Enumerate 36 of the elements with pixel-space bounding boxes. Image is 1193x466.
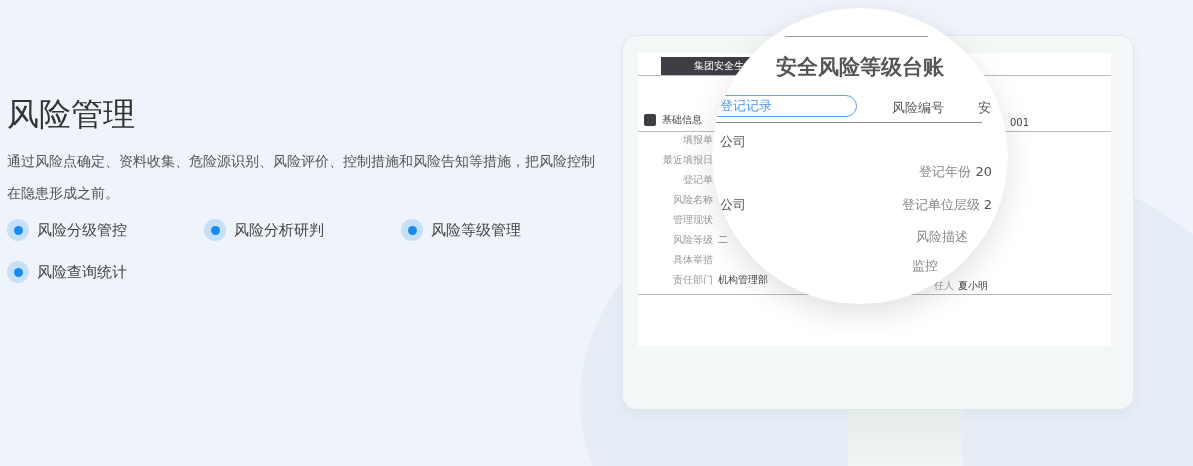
field-value: 夏小明 xyxy=(958,279,988,293)
field-value: 机构管理部 xyxy=(718,273,768,286)
field-value: 公司 xyxy=(720,196,746,214)
feature-label: 风险等级管理 xyxy=(431,220,521,240)
field-label: 登记单 xyxy=(682,173,713,186)
field-label: 登记年份 xyxy=(919,163,972,181)
feature-label: 风险分析研判 xyxy=(234,220,324,240)
section-label: 基础信息 xyxy=(662,113,702,127)
field-value: 2 xyxy=(983,196,992,214)
field-label: 风险名称 xyxy=(672,193,713,206)
field-label: 登记单位层级 xyxy=(901,196,980,214)
field-label: 管理现状 xyxy=(672,213,713,226)
field-label: 责任部门 xyxy=(672,273,713,286)
field-label: 填报单 xyxy=(682,133,713,146)
feature-label: 风险查询统计 xyxy=(37,262,127,282)
bullet-dot-icon xyxy=(7,261,29,284)
column-header: 风险编号 xyxy=(892,99,944,117)
field-label: 风险描述 xyxy=(916,228,968,246)
field-label: 监控 xyxy=(912,257,938,275)
field-value: 公司 xyxy=(720,133,746,151)
field-value: 20 xyxy=(975,163,992,181)
section-description: 通过风险点确定、资料收集、危险源识别、风险评价、控制措施和风险告知等措施，把风险控制在隐患形成之前。 xyxy=(7,152,596,204)
section-title: 风险管理 xyxy=(7,95,136,134)
feature-label: 风险分级管控 xyxy=(37,220,127,240)
field-value: 二 xyxy=(718,233,728,246)
section-icon xyxy=(644,113,656,126)
bullet-dot-icon xyxy=(7,219,29,242)
column-header: 安 xyxy=(978,99,991,117)
ledger-title: 安全风险等级台账 xyxy=(776,54,944,81)
field-label: 任人 xyxy=(934,279,954,293)
field-value: 001 xyxy=(1010,116,1030,130)
field-label: 具体举措 xyxy=(672,253,713,266)
field-label: 风险等级 xyxy=(672,233,713,246)
bullet-dot-icon xyxy=(401,219,423,242)
field-label: 最近填报日 xyxy=(662,153,713,166)
bullet-dot-icon xyxy=(204,219,226,242)
